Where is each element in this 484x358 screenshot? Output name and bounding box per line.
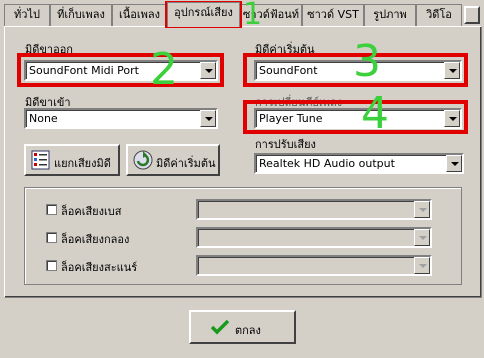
- checkmark-icon: [211, 319, 229, 335]
- chevron-down-icon[interactable]: [414, 257, 430, 274]
- tab-audio-device[interactable]: อุปกรณ์เสียง: [167, 2, 240, 27]
- tab-general[interactable]: ทั่วไป: [4, 4, 50, 26]
- split-midi-button[interactable]: แยกเสียงมิดี: [24, 144, 120, 176]
- lock-bass-checkbox[interactable]: [46, 204, 57, 215]
- tab-lyrics[interactable]: เนื้อเพลง: [112, 4, 167, 26]
- default-midi-button[interactable]: มิดีค่าเริ่มต้น: [126, 144, 220, 176]
- audio-output-label: การปรับเสียง: [255, 138, 316, 151]
- tab-music-storage[interactable]: ที่เก็บเพลง: [50, 4, 112, 26]
- lock-bass-label: ล็อคเสียงเบส: [61, 205, 122, 218]
- chevron-down-icon[interactable]: [200, 110, 216, 127]
- default-midi-label: มิดีค่าเริ่มต้น: [156, 157, 216, 170]
- split-midi-label: แยกเสียงมิดี: [54, 157, 111, 170]
- chevron-down-icon[interactable]: [414, 201, 430, 218]
- audio-output-value: Realtek HD Audio output: [259, 157, 395, 170]
- lock-snare-label: ล็อคเสียงสะแนร์: [61, 261, 138, 274]
- annotation-number-4: 4: [361, 88, 389, 139]
- annotation-box-2: [17, 53, 224, 87]
- tab-scroll-right-button[interactable]: [464, 6, 480, 24]
- midi-in-value: None: [29, 112, 58, 125]
- midi-in-select[interactable]: None: [24, 108, 218, 129]
- lock-drum-label: ล็อคเสียงกลอง: [61, 233, 130, 246]
- list-icon: [31, 150, 50, 170]
- audio-output-select[interactable]: Realtek HD Audio output: [254, 153, 464, 174]
- annotation-number-1: 1: [243, 0, 263, 32]
- tab-sound-vst[interactable]: ซาวด์ VST: [302, 4, 364, 26]
- lock-bass-select[interactable]: [196, 199, 432, 220]
- lock-snare-checkbox[interactable]: [46, 260, 57, 271]
- lock-snare-select[interactable]: [196, 255, 432, 276]
- annotation-box-4: [243, 100, 468, 134]
- chevron-down-icon[interactable]: [446, 155, 462, 172]
- lock-drum-checkbox[interactable]: [46, 232, 57, 243]
- annotation-number-2: 2: [150, 44, 178, 95]
- tab-images[interactable]: รูปภาพ: [364, 4, 416, 26]
- ok-label: ตกลง: [235, 324, 261, 337]
- chevron-down-icon[interactable]: [414, 229, 430, 246]
- lock-drum-select[interactable]: [196, 227, 432, 248]
- tab-video[interactable]: วิดีโอ: [416, 4, 462, 26]
- refresh-icon: [133, 150, 153, 170]
- ok-button[interactable]: ตกลง: [189, 310, 296, 344]
- annotation-number-3: 3: [353, 36, 381, 87]
